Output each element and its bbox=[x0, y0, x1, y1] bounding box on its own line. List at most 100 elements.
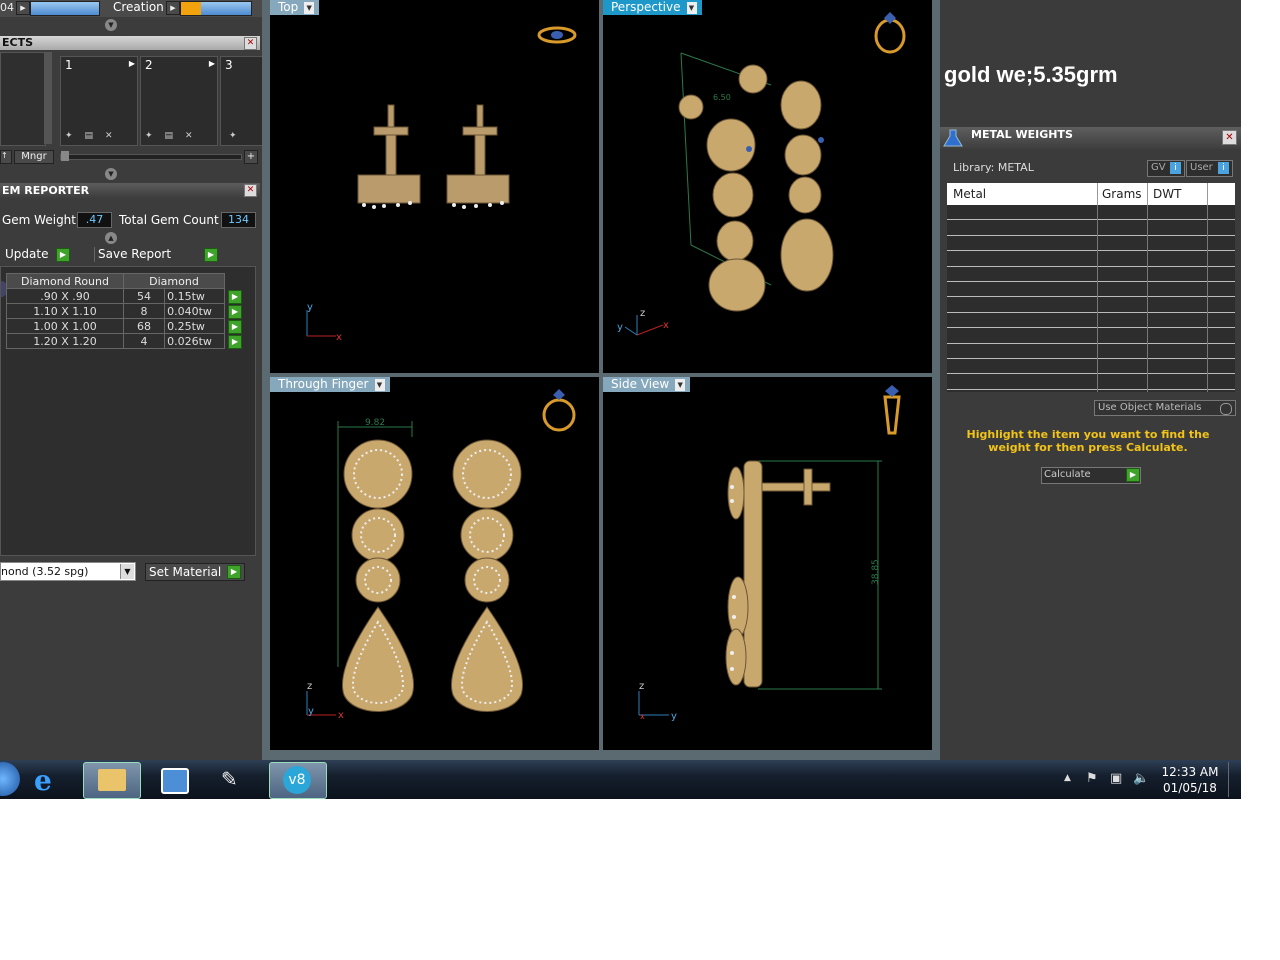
table-row[interactable]: 1.00 X 1.00 68 0.25tw ▶ bbox=[6, 318, 242, 334]
table-row[interactable] bbox=[947, 313, 1235, 329]
file-explorer-icon[interactable] bbox=[83, 762, 141, 799]
table-row[interactable]: 1.10 X 1.10 8 0.040tw ▶ bbox=[6, 303, 242, 319]
volume-icon[interactable]: 🔈 bbox=[1133, 771, 1149, 786]
metal-weights-titlebar: METAL WEIGHTS ✕ bbox=[940, 127, 1241, 149]
calculate-button[interactable]: Calculate ▶ bbox=[1041, 467, 1141, 484]
column-grams: Grams bbox=[1097, 183, 1142, 205]
tab-side-view[interactable]: Side View ▼ bbox=[603, 377, 691, 392]
prev-button[interactable]: ↑ bbox=[0, 150, 12, 164]
table-row[interactable] bbox=[947, 328, 1235, 344]
tab-perspective[interactable]: Perspective ▼ bbox=[603, 0, 702, 15]
media-player-icon[interactable] bbox=[145, 762, 201, 797]
table-row[interactable] bbox=[947, 344, 1235, 359]
tray-expand-icon[interactable]: ▲ bbox=[1064, 773, 1071, 783]
object-slot-1[interactable]: 1 ▶ ✦▤✕ bbox=[60, 56, 138, 146]
viewport-side-view[interactable]: Side View ▼ 38.85 z y x bbox=[603, 377, 932, 750]
gv-toggle[interactable]: GV i bbox=[1147, 160, 1185, 177]
table-row[interactable] bbox=[947, 220, 1235, 236]
viewport-through-finger[interactable]: Through Finger ▼ 9.82 z y x bbox=[270, 377, 599, 750]
ie-glyph: e bbox=[34, 764, 52, 797]
table-row[interactable] bbox=[947, 374, 1235, 390]
start-orb-icon[interactable] bbox=[0, 762, 20, 796]
close-icon[interactable]: ✕ bbox=[1222, 130, 1237, 145]
internet-explorer-icon[interactable]: e bbox=[24, 762, 80, 797]
slot-arrow-icon[interactable]: ▶ bbox=[129, 59, 135, 68]
flask-icon bbox=[943, 129, 963, 147]
chevron-down-icon[interactable]: ▼ bbox=[675, 378, 686, 391]
table-row[interactable]: .90 X .90 54 0.15tw ▶ bbox=[6, 288, 242, 304]
add-icon[interactable]: + bbox=[244, 150, 258, 164]
chevron-down-icon[interactable]: ▼ bbox=[686, 1, 697, 14]
viewport-top[interactable]: Top ▼ y x bbox=[270, 0, 599, 373]
close-icon[interactable]: ✕ bbox=[244, 184, 257, 197]
viewport-perspective[interactable]: Perspective ▼ 6.50 z x y bbox=[603, 0, 932, 373]
table-row[interactable] bbox=[947, 359, 1235, 375]
header-diamond: Diamond bbox=[123, 273, 225, 289]
go-arrow-icon[interactable]: ▶ bbox=[204, 248, 218, 262]
rhino-icon[interactable]: ✎ bbox=[207, 762, 263, 797]
slider-thumb[interactable] bbox=[61, 151, 69, 161]
network-icon[interactable]: ▣ bbox=[1110, 771, 1122, 786]
chevron-down-icon[interactable]: ▼ bbox=[120, 564, 134, 579]
tab-through-finger[interactable]: Through Finger ▼ bbox=[270, 377, 390, 392]
toolbar-color-swatch[interactable] bbox=[30, 1, 100, 16]
table-row[interactable]: 1.20 X 1.20 4 0.026tw ▶ bbox=[6, 333, 242, 349]
set-material-button[interactable]: Set Material ▶ bbox=[145, 563, 245, 581]
objects-list[interactable] bbox=[0, 52, 46, 146]
metal-weights-table[interactable]: Metal Grams DWT bbox=[947, 183, 1235, 392]
clock-date[interactable]: 01/05/18 bbox=[1160, 781, 1220, 795]
collapse-icon[interactable]: ▼ bbox=[105, 19, 117, 31]
go-arrow-icon[interactable]: ▶ bbox=[228, 290, 242, 304]
creation-swatch[interactable] bbox=[180, 1, 252, 16]
matrix-v8-icon[interactable]: v8 bbox=[269, 762, 327, 799]
gem-weight: 0.15tw bbox=[167, 289, 205, 303]
collapse-icon[interactable]: ▲ bbox=[105, 232, 117, 244]
table-row[interactable] bbox=[947, 297, 1235, 313]
close-icon[interactable]: ✕ bbox=[244, 37, 257, 50]
axis-z-label: z bbox=[640, 308, 645, 319]
objects-scrollbar[interactable] bbox=[44, 52, 52, 144]
metal-weights-title: METAL WEIGHTS bbox=[971, 128, 1073, 141]
table-row[interactable] bbox=[947, 205, 1235, 221]
go-arrow-icon[interactable]: ▶ bbox=[228, 335, 242, 349]
user-toggle[interactable]: User i bbox=[1186, 160, 1233, 177]
go-arrow-icon[interactable]: ▶ bbox=[228, 305, 242, 319]
manager-button[interactable]: Mngr bbox=[14, 150, 54, 164]
go-arrow-icon[interactable]: ▶ bbox=[228, 320, 242, 334]
use-object-materials-checkbox[interactable]: Use Object Materials bbox=[1094, 400, 1236, 416]
slot-arrow-icon[interactable]: ▶ bbox=[209, 59, 215, 68]
table-row[interactable] bbox=[947, 251, 1235, 267]
column-divider bbox=[1147, 205, 1148, 392]
play-button[interactable]: ▶ bbox=[16, 1, 30, 15]
folder-icon bbox=[98, 769, 126, 791]
flag-icon[interactable]: ⚑ bbox=[1086, 771, 1098, 786]
slot-controls[interactable]: ✦▤✕ bbox=[145, 131, 205, 141]
size-slider[interactable] bbox=[60, 154, 242, 160]
object-slot-3[interactable]: 3 ✦ bbox=[220, 56, 262, 146]
chevron-down-icon[interactable]: ▼ bbox=[304, 1, 315, 14]
material-select[interactable]: nond (3.52 spg) ▼ bbox=[0, 562, 136, 581]
table-row[interactable] bbox=[947, 282, 1235, 298]
axis-gizmo: z x y bbox=[617, 308, 669, 336]
clock-time[interactable]: 12:33 AM bbox=[1160, 765, 1220, 779]
table-row[interactable] bbox=[947, 267, 1235, 282]
object-slot-2[interactable]: 2 ▶ ✦▤✕ bbox=[140, 56, 218, 146]
manager-row: ↑ Mngr + bbox=[0, 149, 262, 165]
tab-top[interactable]: Top ▼ bbox=[270, 0, 320, 15]
set-material-label: Set Material bbox=[149, 565, 222, 579]
go-arrow-icon[interactable]: ▶ bbox=[1126, 468, 1140, 482]
gem-weight-value: .47 bbox=[77, 212, 112, 228]
go-arrow-icon[interactable]: ▶ bbox=[227, 565, 241, 579]
slot-controls[interactable]: ✦▤✕ bbox=[65, 131, 125, 141]
creation-play-button[interactable]: ▶ bbox=[166, 1, 180, 15]
save-report-button[interactable]: Save Report ▶ bbox=[94, 247, 219, 262]
slot-controls[interactable]: ✦ bbox=[229, 131, 237, 141]
table-row[interactable] bbox=[947, 236, 1235, 252]
show-desktop-button[interactable] bbox=[1228, 762, 1241, 797]
table-rows bbox=[947, 205, 1235, 390]
chevron-down-icon[interactable]: ▼ bbox=[374, 378, 385, 391]
collapse-icon[interactable]: ▼ bbox=[105, 168, 117, 180]
go-arrow-icon[interactable]: ▶ bbox=[56, 248, 70, 262]
update-button[interactable]: Update ▶ bbox=[0, 247, 74, 262]
radio-icon[interactable] bbox=[1220, 403, 1232, 415]
